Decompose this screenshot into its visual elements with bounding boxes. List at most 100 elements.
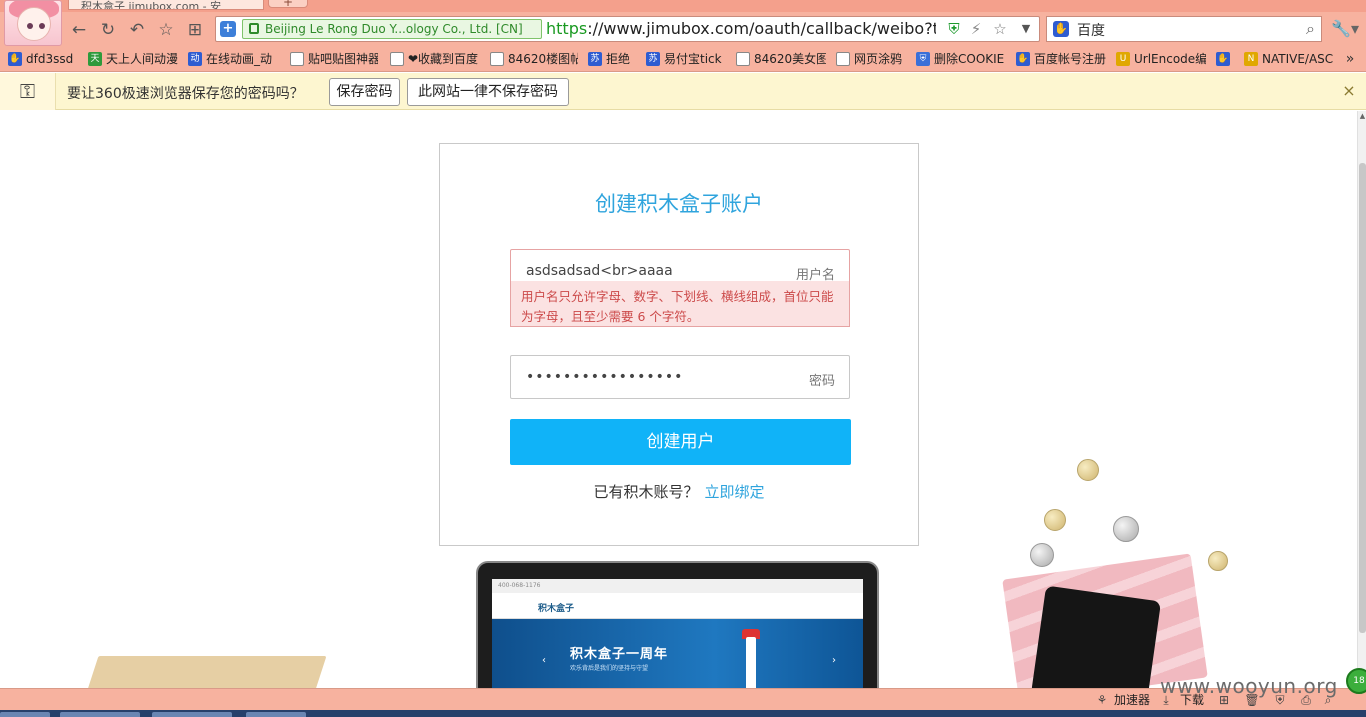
bookmark-label: 网页涂鸦 [854, 52, 903, 66]
key-icon: ⚿ [0, 73, 56, 110]
bookmark-item[interactable]: N NATIVE/ASC [1242, 50, 1334, 68]
accelerator-icon[interactable]: ⚘ [1094, 692, 1110, 708]
bookmark-item[interactable]: 84620美女图 [734, 50, 826, 68]
lightning-icon[interactable]: ⚡ [966, 19, 986, 39]
certificate-badge[interactable]: Beijing Le Rong Duo Y...ology Co., Ltd. … [242, 19, 542, 39]
taskbar-item[interactable] [246, 712, 306, 717]
avatar-eye-left [27, 23, 33, 29]
banner-title: 积木盒子一周年 [570, 647, 669, 662]
accelerator-label[interactable]: 加速器 [1114, 692, 1150, 708]
laptop-logo: 积木盒子 [538, 604, 575, 614]
site-icon: 动 [188, 52, 202, 66]
undo-icon[interactable]: ↶ [126, 19, 148, 41]
profile-avatar[interactable] [4, 0, 62, 46]
speed-ball-icon[interactable]: 18 [1346, 668, 1366, 694]
close-icon[interactable]: × [1340, 81, 1358, 101]
url-text[interactable]: https://www.jimubox.com/oauth/callback/w… [546, 18, 936, 40]
page-icon [836, 52, 850, 66]
star-icon[interactable]: ☆ [155, 19, 177, 41]
laptop-topline: 400-068-1176 [492, 579, 863, 593]
bookmark-item[interactable]: ✋ [1214, 50, 1236, 68]
wallet-illustration [1030, 585, 1162, 688]
avatar-face [17, 7, 51, 41]
save-password-button[interactable]: 保存密码 [329, 78, 400, 106]
search-icon[interactable]: ⌕ [1306, 19, 1315, 39]
bookmark-item[interactable]: 贴吧贴图神器 [288, 50, 378, 68]
register-card: 创建积木盒子账户 asdsadsad<br>aaaa 用户名 用户名只允许字母、… [439, 143, 919, 546]
bookmark-label: 易付宝tick [664, 52, 722, 66]
bind-now-link[interactable]: 立即绑定 [705, 483, 765, 501]
laptop-banner: ‹ 积木盒子一周年 欢乐背后是我们的坚持与守望 › [492, 619, 863, 688]
page-viewport: 400-068-1176 积木盒子 ‹ 积木盒子一周年 欢乐背后是我们的坚持与守… [0, 111, 1357, 688]
site-icon: 苏 [588, 52, 602, 66]
bookmark-item[interactable]: ✋ 百度帐号注册 [1014, 50, 1106, 68]
bookmark-label: 百度帐号注册 [1034, 52, 1106, 66]
banner-next-icon: › [832, 655, 836, 666]
bookmark-item[interactable]: U UrlEncode编 [1114, 50, 1206, 68]
banner-prev-icon: ‹ [542, 655, 546, 666]
search-engine-label: 百度 [1077, 23, 1105, 39]
site-icon: 苏 [646, 52, 660, 66]
bookmark-star-icon[interactable]: ☆ [990, 19, 1010, 39]
tools-wrench-icon[interactable]: 🔧▾ [1330, 18, 1360, 40]
dropdown-icon[interactable]: ▼ [1016, 19, 1036, 39]
new-tab-button[interactable]: + [268, 0, 308, 9]
start-button[interactable] [0, 712, 50, 717]
bookmark-item[interactable]: ❤收藏到百度 [388, 50, 478, 68]
url-scheme: https [546, 19, 588, 38]
never-save-password-button[interactable]: 此网站一律不保存密码 [407, 78, 569, 106]
has-account-line: 已有积木账号？ 立即绑定 [440, 481, 918, 502]
scroll-up-icon[interactable]: ▲ [1358, 111, 1366, 121]
page-title: 创建积木盒子账户 [595, 192, 763, 216]
url-rest: ://www.jimubox.com/oauth/callback/weibo?… [587, 19, 936, 38]
search-box[interactable]: ✋ 百度 ⌕ [1046, 16, 1322, 42]
password-field[interactable]: ••••••••••••••••• 密码 [510, 355, 850, 399]
paw-icon: ✋ [1216, 52, 1230, 66]
create-user-button[interactable]: 创建用户 [510, 419, 851, 465]
coin-icon [1208, 551, 1228, 571]
add-icon[interactable]: + [220, 21, 236, 37]
wood-plank-illustration [85, 656, 327, 688]
bookmarks-more-icon[interactable]: » [1340, 50, 1360, 68]
taskbar-item[interactable] [60, 712, 140, 717]
laptop-site-nav: 积木盒子 [492, 593, 863, 619]
lock-icon [249, 23, 259, 34]
grid-icon[interactable]: ⊞ [184, 19, 206, 41]
address-bar[interactable]: + Beijing Le Rong Duo Y...ology Co., Ltd… [215, 16, 1040, 42]
page-scrollbar[interactable]: ▲ ▼ [1357, 111, 1366, 688]
banner-subtitle: 欢乐背后是我们的坚持与守望 [570, 665, 649, 672]
bookmark-label: 84620美女图 [754, 52, 826, 66]
bookmark-label: NATIVE/ASC [1262, 52, 1334, 66]
tab-jimubox[interactable]: 积木盒子 jimubox.com - 安 [68, 0, 264, 10]
new-tab-label: + [282, 0, 294, 9]
bookmark-item[interactable]: ✋ dfd3ssd [6, 50, 78, 68]
coin-icon [1044, 509, 1066, 531]
password-placeholder: 密码 [808, 374, 835, 389]
tab-title: 积木盒子 jimubox.com - 安 [81, 0, 222, 10]
shield-check-icon[interactable]: ⛨ [944, 19, 964, 39]
back-icon[interactable]: ← [68, 19, 90, 41]
taskbar-item[interactable] [152, 712, 232, 717]
page-icon [490, 52, 504, 66]
bookmark-item[interactable]: 动在线动画_动 [186, 50, 276, 68]
baidu-paw-icon: ✋ [1053, 21, 1069, 37]
watermark: www.wooyun.org [1160, 674, 1338, 698]
bookmark-item[interactable]: ⛨ 删除COOKIE [914, 50, 1006, 68]
scroll-thumb[interactable] [1359, 163, 1366, 633]
bookmark-label: 贴吧贴图神器 [308, 52, 378, 66]
bookmarks-bar: ✋ dfd3ssd 天天上人间动漫 动在线动画_动 贴吧贴图神器 ❤收藏到百度 8… [0, 46, 1366, 72]
laptop-phone: 400-068-1176 [498, 582, 541, 589]
coin-icon [1030, 543, 1054, 567]
paw-icon: ✋ [1016, 52, 1030, 66]
coin-icon [1113, 516, 1139, 542]
bookmark-item[interactable]: 网页涂鸦 [834, 50, 906, 68]
refresh-icon[interactable]: ↻ [97, 19, 119, 41]
bookmark-label: 删除COOKIE [934, 52, 1005, 66]
bookmark-item[interactable]: 84620楼图帖 [488, 50, 578, 68]
bookmark-item[interactable]: 天天上人间动漫 [86, 50, 178, 68]
navigation-bar: ← ↻ ↶ ☆ ⊞ + Beijing Le Rong Duo Y...olog… [0, 12, 1366, 46]
bookmark-item[interactable]: 苏易付宝tick [644, 50, 726, 68]
bookmark-label: 在线动画_动 [206, 52, 273, 66]
coin-icon [1077, 459, 1099, 481]
bookmark-item[interactable]: 苏拒绝 [586, 50, 638, 68]
